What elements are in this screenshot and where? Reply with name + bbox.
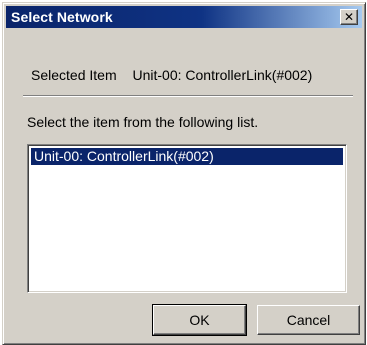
divider xyxy=(23,95,353,97)
close-button[interactable]: ✕ xyxy=(340,9,358,25)
ok-button[interactable]: OK xyxy=(152,304,247,336)
select-network-dialog: Select Network ✕ Selected Item Unit-00: … xyxy=(2,2,366,345)
list-item[interactable]: Unit-00: ControllerLink(#002) xyxy=(31,148,343,165)
dialog-title: Select Network xyxy=(11,9,113,25)
selected-item-row: Selected Item Unit-00: ControllerLink(#0… xyxy=(31,67,312,83)
cancel-button[interactable]: Cancel xyxy=(257,305,360,335)
instruction-text: Select the item from the following list. xyxy=(27,114,259,130)
selected-item-label: Selected Item xyxy=(31,67,117,83)
title-bar[interactable]: Select Network ✕ xyxy=(6,6,362,28)
close-icon: ✕ xyxy=(343,10,355,24)
selected-item-value: Unit-00: ControllerLink(#002) xyxy=(132,67,313,83)
network-listbox[interactable]: Unit-00: ControllerLink(#002) xyxy=(27,144,347,293)
